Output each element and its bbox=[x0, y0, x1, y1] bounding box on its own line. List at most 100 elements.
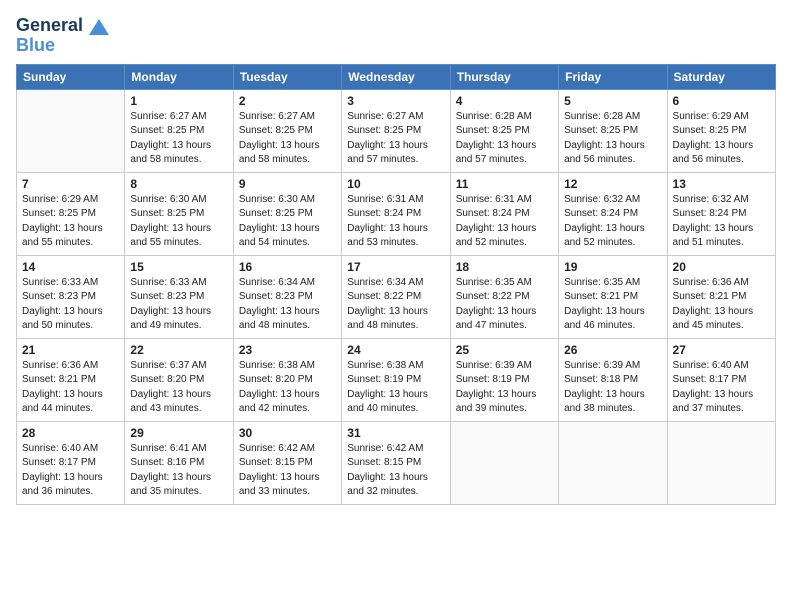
calendar-cell: 1 Sunrise: 6:27 AMSunset: 8:25 PMDaylight… bbox=[125, 89, 233, 172]
day-number: 4 bbox=[456, 94, 553, 108]
day-number: 28 bbox=[22, 426, 119, 440]
day-number: 27 bbox=[673, 343, 770, 357]
day-number: 15 bbox=[130, 260, 227, 274]
logo-text: GeneralBlue bbox=[16, 16, 83, 56]
calendar-cell: 27 Sunrise: 6:40 AMSunset: 8:17 PMDayligh… bbox=[667, 338, 775, 421]
day-info: Sunrise: 6:36 AMSunset: 8:21 PMDaylight:… bbox=[673, 276, 770, 334]
calendar-week-row: 7 Sunrise: 6:29 AMSunset: 8:25 PMDaylight… bbox=[17, 172, 776, 255]
day-number: 22 bbox=[130, 343, 227, 357]
calendar-cell: 20 Sunrise: 6:36 AMSunset: 8:21 PMDayligh… bbox=[667, 255, 775, 338]
day-info: Sunrise: 6:27 AMSunset: 8:25 PMDaylight:… bbox=[239, 110, 336, 168]
calendar-week-row: 21Sunrise: 6:36 AMSunset: 8:21 PMDayligh… bbox=[17, 338, 776, 421]
day-info: Sunrise: 6:35 AMSunset: 8:22 PMDaylight:… bbox=[456, 276, 553, 334]
day-number: 10 bbox=[347, 177, 444, 191]
day-info: Sunrise: 6:27 AMSunset: 8:25 PMDaylight:… bbox=[347, 110, 444, 168]
calendar-cell: 6 Sunrise: 6:29 AMSunset: 8:25 PMDaylight… bbox=[667, 89, 775, 172]
calendar-cell: 4 Sunrise: 6:28 AMSunset: 8:25 PMDaylight… bbox=[450, 89, 558, 172]
day-number: 13 bbox=[673, 177, 770, 191]
day-info: Sunrise: 6:30 AMSunset: 8:25 PMDaylight:… bbox=[239, 193, 336, 251]
day-info: Sunrise: 6:40 AMSunset: 8:17 PMDaylight:… bbox=[673, 359, 770, 417]
calendar-cell: 18 Sunrise: 6:35 AMSunset: 8:22 PMDayligh… bbox=[450, 255, 558, 338]
day-number: 25 bbox=[456, 343, 553, 357]
day-number: 7 bbox=[22, 177, 119, 191]
calendar-cell: 14 Sunrise: 6:33 AMSunset: 8:23 PMDayligh… bbox=[17, 255, 125, 338]
day-number: 6 bbox=[673, 94, 770, 108]
day-number: 19 bbox=[564, 260, 661, 274]
logo-icon bbox=[85, 17, 113, 37]
day-info: Sunrise: 6:34 AMSunset: 8:22 PMDaylight:… bbox=[347, 276, 444, 334]
weekday-header-friday: Friday bbox=[559, 64, 667, 89]
day-info: Sunrise: 6:39 AMSunset: 8:19 PMDaylight:… bbox=[456, 359, 553, 417]
calendar-cell: 31 Sunrise: 6:42 AMSunset: 8:15 PMDayligh… bbox=[342, 421, 450, 504]
logo-blue-text: Blue bbox=[16, 35, 55, 55]
day-number: 3 bbox=[347, 94, 444, 108]
day-info: Sunrise: 6:42 AMSunset: 8:15 PMDaylight:… bbox=[347, 442, 444, 500]
calendar-cell: 7 Sunrise: 6:29 AMSunset: 8:25 PMDaylight… bbox=[17, 172, 125, 255]
day-info: Sunrise: 6:42 AMSunset: 8:15 PMDaylight:… bbox=[239, 442, 336, 500]
calendar-cell: 16 Sunrise: 6:34 AMSunset: 8:23 PMDayligh… bbox=[233, 255, 341, 338]
weekday-header-tuesday: Tuesday bbox=[233, 64, 341, 89]
calendar-week-row: 14 Sunrise: 6:33 AMSunset: 8:23 PMDayligh… bbox=[17, 255, 776, 338]
calendar-cell: 13Sunrise: 6:32 AMSunset: 8:24 PMDayligh… bbox=[667, 172, 775, 255]
day-info: Sunrise: 6:38 AMSunset: 8:20 PMDaylight:… bbox=[239, 359, 336, 417]
weekday-header-monday: Monday bbox=[125, 64, 233, 89]
calendar-table: SundayMondayTuesdayWednesdayThursdayFrid… bbox=[16, 64, 776, 505]
day-number: 8 bbox=[130, 177, 227, 191]
day-number: 30 bbox=[239, 426, 336, 440]
calendar-cell bbox=[450, 421, 558, 504]
weekday-header-wednesday: Wednesday bbox=[342, 64, 450, 89]
calendar-cell bbox=[559, 421, 667, 504]
calendar-cell: 8 Sunrise: 6:30 AMSunset: 8:25 PMDaylight… bbox=[125, 172, 233, 255]
calendar-cell: 2 Sunrise: 6:27 AMSunset: 8:25 PMDaylight… bbox=[233, 89, 341, 172]
calendar-cell: 28 Sunrise: 6:40 AMSunset: 8:17 PMDayligh… bbox=[17, 421, 125, 504]
weekday-header-thursday: Thursday bbox=[450, 64, 558, 89]
header: GeneralBlue bbox=[16, 16, 776, 56]
weekday-header-row: SundayMondayTuesdayWednesdayThursdayFrid… bbox=[17, 64, 776, 89]
day-info: Sunrise: 6:33 AMSunset: 8:23 PMDaylight:… bbox=[130, 276, 227, 334]
day-info: Sunrise: 6:30 AMSunset: 8:25 PMDaylight:… bbox=[130, 193, 227, 251]
day-number: 20 bbox=[673, 260, 770, 274]
logo: GeneralBlue bbox=[16, 16, 113, 56]
day-number: 9 bbox=[239, 177, 336, 191]
day-info: Sunrise: 6:35 AMSunset: 8:21 PMDaylight:… bbox=[564, 276, 661, 334]
day-number: 31 bbox=[347, 426, 444, 440]
day-info: Sunrise: 6:31 AMSunset: 8:24 PMDaylight:… bbox=[456, 193, 553, 251]
calendar-cell bbox=[17, 89, 125, 172]
day-info: Sunrise: 6:41 AMSunset: 8:16 PMDaylight:… bbox=[130, 442, 227, 500]
day-info: Sunrise: 6:40 AMSunset: 8:17 PMDaylight:… bbox=[22, 442, 119, 500]
day-info: Sunrise: 6:34 AMSunset: 8:23 PMDaylight:… bbox=[239, 276, 336, 334]
day-info: Sunrise: 6:27 AMSunset: 8:25 PMDaylight:… bbox=[130, 110, 227, 168]
day-info: Sunrise: 6:32 AMSunset: 8:24 PMDaylight:… bbox=[564, 193, 661, 251]
day-info: Sunrise: 6:29 AMSunset: 8:25 PMDaylight:… bbox=[22, 193, 119, 251]
calendar-cell: 22 Sunrise: 6:37 AMSunset: 8:20 PMDayligh… bbox=[125, 338, 233, 421]
calendar-cell: 26Sunrise: 6:39 AMSunset: 8:18 PMDayligh… bbox=[559, 338, 667, 421]
calendar-cell: 15 Sunrise: 6:33 AMSunset: 8:23 PMDayligh… bbox=[125, 255, 233, 338]
calendar-cell: 30 Sunrise: 6:42 AMSunset: 8:15 PMDayligh… bbox=[233, 421, 341, 504]
calendar-cell bbox=[667, 421, 775, 504]
day-number: 18 bbox=[456, 260, 553, 274]
calendar-cell: 24 Sunrise: 6:38 AMSunset: 8:19 PMDayligh… bbox=[342, 338, 450, 421]
day-number: 17 bbox=[347, 260, 444, 274]
day-number: 2 bbox=[239, 94, 336, 108]
calendar-week-row: 28 Sunrise: 6:40 AMSunset: 8:17 PMDayligh… bbox=[17, 421, 776, 504]
day-number: 23 bbox=[239, 343, 336, 357]
day-number: 1 bbox=[130, 94, 227, 108]
calendar-cell: 12 Sunrise: 6:32 AMSunset: 8:24 PMDayligh… bbox=[559, 172, 667, 255]
day-info: Sunrise: 6:33 AMSunset: 8:23 PMDaylight:… bbox=[22, 276, 119, 334]
day-number: 24 bbox=[347, 343, 444, 357]
day-info: Sunrise: 6:28 AMSunset: 8:25 PMDaylight:… bbox=[564, 110, 661, 168]
day-number: 21 bbox=[22, 343, 119, 357]
day-number: 16 bbox=[239, 260, 336, 274]
day-number: 12 bbox=[564, 177, 661, 191]
day-info: Sunrise: 6:29 AMSunset: 8:25 PMDaylight:… bbox=[673, 110, 770, 168]
day-info: Sunrise: 6:37 AMSunset: 8:20 PMDaylight:… bbox=[130, 359, 227, 417]
day-number: 14 bbox=[22, 260, 119, 274]
day-number: 26 bbox=[564, 343, 661, 357]
day-info: Sunrise: 6:28 AMSunset: 8:25 PMDaylight:… bbox=[456, 110, 553, 168]
calendar-cell: 29Sunrise: 6:41 AMSunset: 8:16 PMDayligh… bbox=[125, 421, 233, 504]
calendar-cell: 11Sunrise: 6:31 AMSunset: 8:24 PMDayligh… bbox=[450, 172, 558, 255]
calendar-cell: 23 Sunrise: 6:38 AMSunset: 8:20 PMDayligh… bbox=[233, 338, 341, 421]
day-info: Sunrise: 6:38 AMSunset: 8:19 PMDaylight:… bbox=[347, 359, 444, 417]
calendar-week-row: 1 Sunrise: 6:27 AMSunset: 8:25 PMDaylight… bbox=[17, 89, 776, 172]
calendar-cell: 25 Sunrise: 6:39 AMSunset: 8:19 PMDayligh… bbox=[450, 338, 558, 421]
